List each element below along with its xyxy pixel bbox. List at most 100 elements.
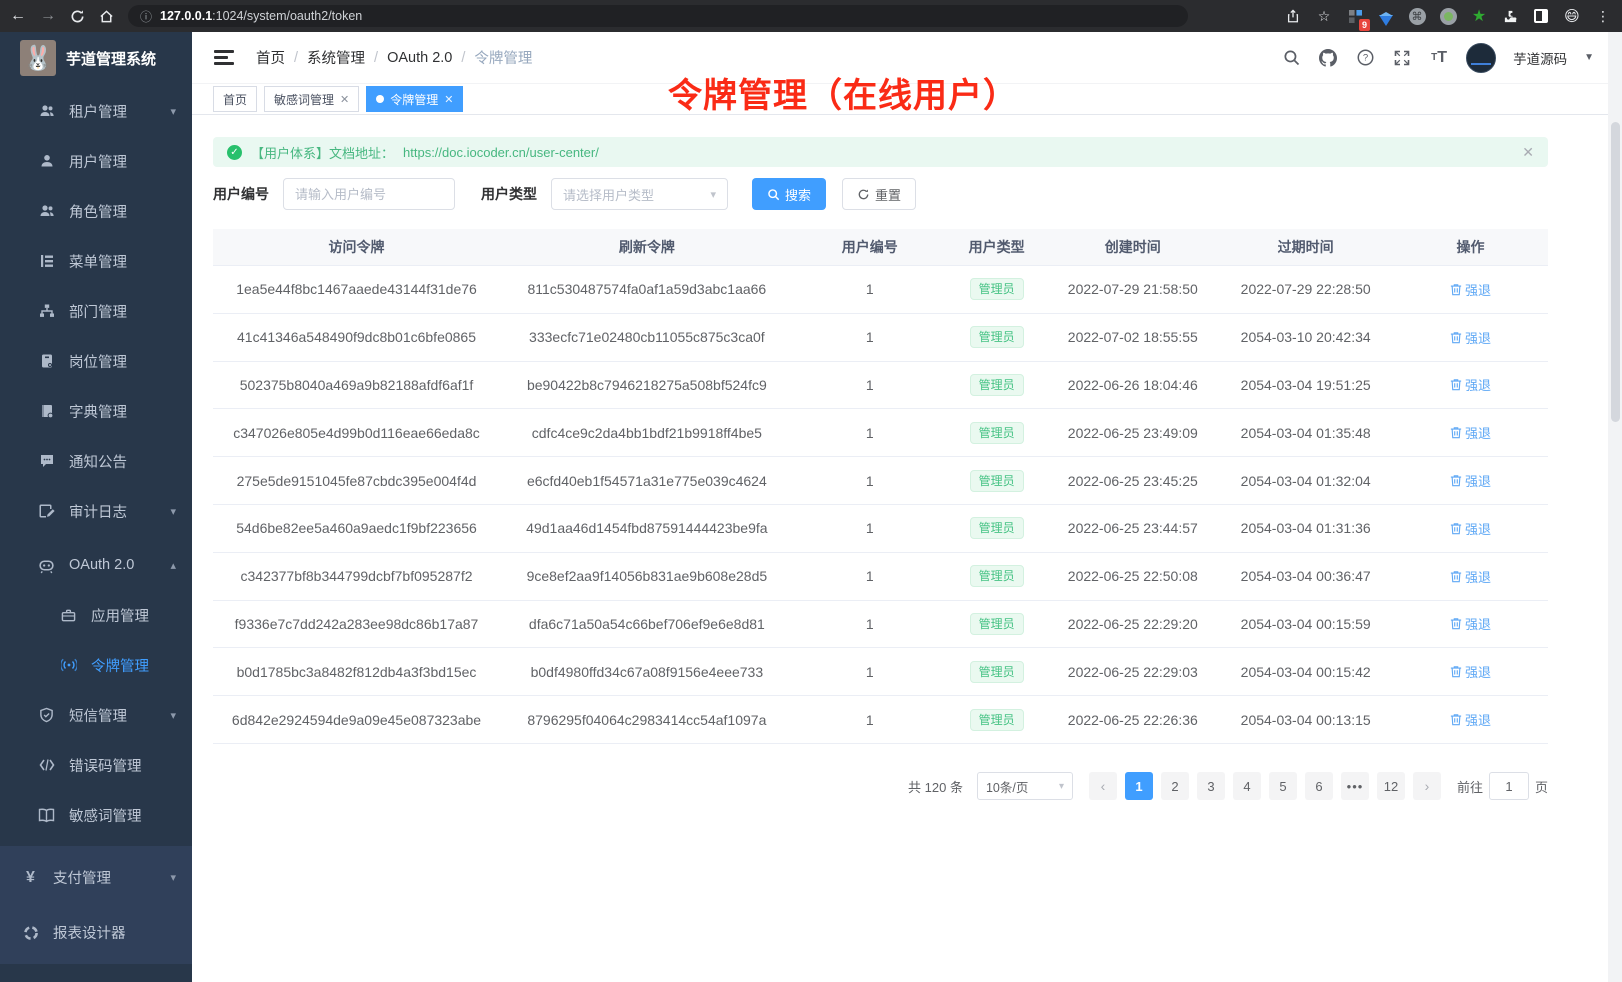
page-button-3[interactable]: 3 [1197,772,1225,800]
tab-token-active[interactable]: 令牌管理 ✕ [366,86,463,112]
force-logout-button[interactable]: 强退 [1450,662,1491,681]
font-size-icon[interactable]: TT [1429,48,1449,68]
force-logout-button[interactable]: 强退 [1450,710,1491,729]
profile-emoji-icon[interactable]: 😄 [1563,7,1581,25]
browser-menu-icon[interactable]: ⋮ [1594,7,1612,25]
share-icon[interactable] [1284,7,1302,25]
page-button-12[interactable]: 12 [1377,772,1405,800]
user-menu-caret-icon[interactable]: ▼ [1584,52,1594,63]
bookmark-star-icon[interactable]: ☆ [1315,7,1333,25]
breadcrumb-home[interactable]: 首页 [256,47,285,68]
force-logout-button[interactable]: 强退 [1450,280,1491,299]
prev-page-button[interactable]: ‹ [1089,772,1117,800]
next-page-button[interactable]: › [1413,772,1441,800]
github-icon[interactable] [1318,48,1338,68]
sidebar-item-pay[interactable]: ¥ 支付管理 ▾ [0,850,192,905]
app-logo-row[interactable]: 🐰 芋道管理系统 [0,32,192,84]
tab-home[interactable]: 首页 [213,86,257,112]
expire-time: 2054-03-04 01:35:48 [1218,425,1393,441]
sidebar-item-label: 报表设计器 [53,922,126,943]
sidebar-item-dict[interactable]: 字典管理 [0,386,192,436]
page-button-6[interactable]: 6 [1305,772,1333,800]
edit-note-icon [38,503,55,520]
force-logout-button[interactable]: 强退 [1450,375,1491,394]
site-info-icon[interactable]: ⓘ [140,8,152,25]
access-token: 1ea5e44f8bc1467aaede43144f31de76 [213,281,500,297]
sidebar-item-tenant[interactable]: 租户管理 ▾ [0,86,192,136]
star-extension-icon[interactable]: ★ [1470,7,1488,25]
extension-with-badge-icon[interactable]: 9 [1346,7,1364,25]
search-icon[interactable] [1281,48,1301,68]
sidebar-item-sensitive-word[interactable]: 敏感词管理 [0,790,192,840]
sidebar-item-error-code[interactable]: 错误码管理 [0,740,192,790]
page-jump-input[interactable] [1489,772,1529,800]
breadcrumb-system[interactable]: 系统管理 [307,47,365,68]
sidebar-item-menu[interactable]: 菜单管理 [0,236,192,286]
sidebar-item-notice[interactable]: 通知公告 [0,436,192,486]
created-time: 2022-06-25 22:50:08 [1047,568,1218,584]
user-type-badge: 管理员 [970,326,1024,348]
sidebar-item-report-designer[interactable]: 报表设计器 [0,905,192,960]
alert-close-icon[interactable]: ✕ [1522,144,1534,161]
col-user-type: 用户类型 [946,237,1047,257]
access-token: 6d842e2924594de9a09e45e087323abe [213,712,500,728]
sidebar-item-oauth2-token[interactable]: 令牌管理 [0,640,192,690]
browser-reload-button[interactable] [70,9,85,24]
chevron-down-icon: ▾ [1059,781,1064,792]
sidebar-item-oauth2[interactable]: OAuth 2.0 ▴ [0,540,192,590]
more-pages-button[interactable]: ••• [1341,772,1369,800]
recorder-extension-icon[interactable] [1439,7,1457,25]
reset-button[interactable]: 重置 [842,178,916,210]
user-id: 1 [794,664,946,680]
browser-home-button[interactable] [99,9,114,24]
close-icon[interactable]: ✕ [444,93,453,106]
chevron-down-icon: ▾ [170,105,176,118]
command-extension-icon[interactable]: ⌘ [1408,7,1426,25]
help-icon[interactable]: ? [1355,48,1375,68]
expire-time: 2054-03-04 00:36:47 [1218,568,1393,584]
access-token: b0d1785bc3a8482f812db4a3f3bd15ec [213,664,500,680]
force-logout-button[interactable]: 强退 [1450,614,1491,633]
force-logout-button[interactable]: 强退 [1450,423,1491,442]
scrollbar-thumb[interactable] [1611,122,1620,422]
address-bar[interactable]: ⓘ 127.0.0.1:1024/system/oauth2/token [128,5,1188,27]
username[interactable]: 芋道源码 [1513,48,1567,68]
sidebar-item-user[interactable]: 用户管理 [0,136,192,186]
page-size-select[interactable]: 10条/页 ▾ [977,772,1073,800]
sidebar-item-sms[interactable]: 短信管理 ▾ [0,690,192,740]
sidebar-item-post[interactable]: 岗位管理 [0,336,192,386]
page-button-2[interactable]: 2 [1161,772,1189,800]
header-actions: ? TT 芋道源码 ▼ [1281,43,1622,73]
force-logout-button[interactable]: 强退 [1450,567,1491,586]
puzzle-extensions-icon[interactable] [1501,7,1519,25]
avatar[interactable] [1466,43,1496,73]
force-logout-button[interactable]: 强退 [1450,471,1491,490]
browser-forward-button[interactable]: → [40,8,56,24]
page-button-5[interactable]: 5 [1269,772,1297,800]
page-button-4[interactable]: 4 [1233,772,1261,800]
page-button-1[interactable]: 1 [1125,772,1153,800]
close-icon[interactable]: ✕ [340,93,349,106]
sidebar-item-dept[interactable]: 部门管理 [0,286,192,336]
sitemap-icon [38,303,55,320]
search-button[interactable]: 搜索 [752,178,826,210]
collapse-sidebar-icon[interactable] [214,47,234,69]
user-type-select[interactable]: 请选择用户类型 ▾ [551,178,728,210]
user-id-label: 用户编号 [213,184,269,204]
sidebar-item-audit-log[interactable]: 审计日志 ▾ [0,486,192,536]
force-logout-button[interactable]: 强退 [1450,519,1491,538]
sidebar-item-oauth2-app[interactable]: 应用管理 [0,590,192,640]
tab-sensitive-word[interactable]: 敏感词管理 ✕ [264,86,359,112]
browser-back-button[interactable]: ← [10,8,26,24]
gem-extension-icon[interactable] [1377,7,1395,25]
fullscreen-icon[interactable] [1392,48,1412,68]
scrollbar-track[interactable] [1608,32,1622,982]
breadcrumb-oauth[interactable]: OAuth 2.0 [387,50,452,66]
created-time: 2022-06-25 23:44:57 [1047,520,1218,536]
side-panel-icon[interactable] [1532,7,1550,25]
force-logout-button[interactable]: 强退 [1450,328,1491,347]
user-id-input[interactable] [283,178,455,210]
doc-link[interactable]: https://doc.iocoder.cn/user-center/ [403,145,599,160]
sidebar-item-role[interactable]: 角色管理 [0,186,192,236]
table-row: 1ea5e44f8bc1467aaede43144f31de76 811c530… [213,266,1548,314]
